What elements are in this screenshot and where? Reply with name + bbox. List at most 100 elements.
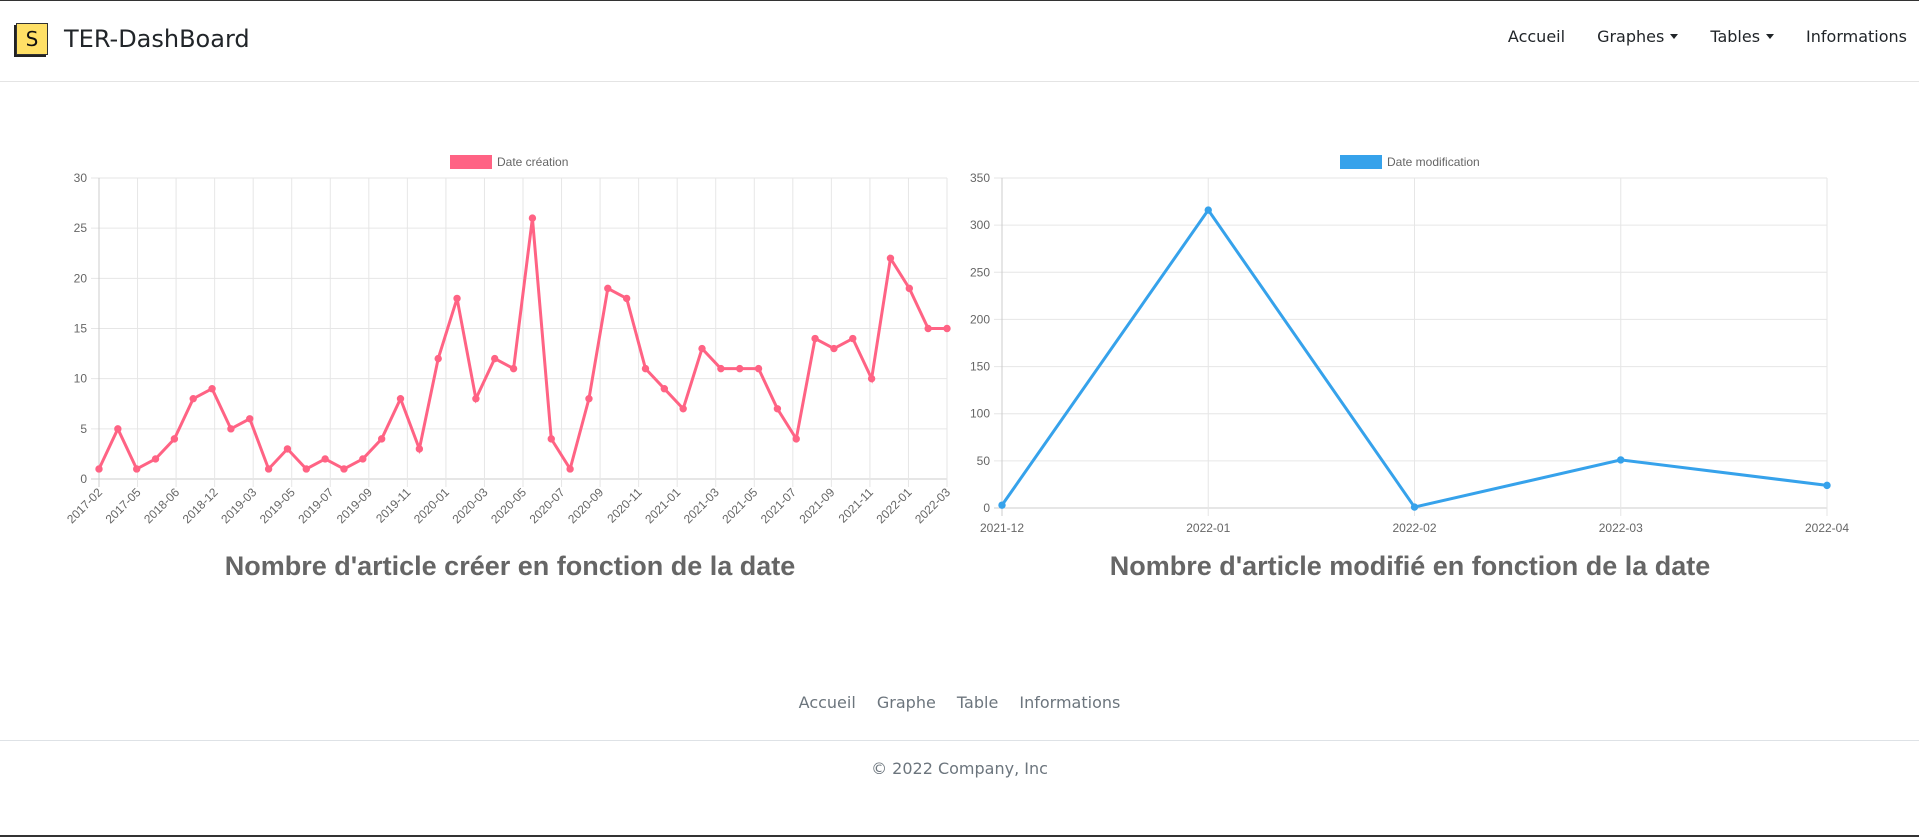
- creation-data-point: [170, 435, 179, 443]
- footer-link-table[interactable]: Table: [957, 693, 998, 712]
- creation-data-point: [679, 405, 687, 413]
- creation-data-point: [585, 395, 593, 403]
- creation-y-tick-label: 30: [74, 171, 88, 185]
- footer-link-graphe[interactable]: Graphe: [877, 693, 936, 712]
- nav-item-informations[interactable]: Informations: [1806, 27, 1907, 46]
- nav-item-label: Informations: [1806, 27, 1907, 46]
- modification-data-point: [998, 501, 1006, 509]
- creation-x-tick-label: 2021-09: [796, 485, 837, 526]
- creation-data-point: [246, 415, 254, 423]
- creation-x-tick-label: 2019-05: [257, 485, 298, 526]
- nav-item-accueil[interactable]: Accueil: [1508, 27, 1565, 46]
- modification-y-tick-label: 100: [970, 407, 990, 421]
- footer-link-informations[interactable]: Informations: [1019, 693, 1120, 712]
- brand-name: TER-DashBoard: [64, 25, 250, 53]
- creation-data-point: [227, 425, 235, 433]
- creation-x-tick-label: 2020-01: [411, 485, 452, 526]
- creation-chart-title: Nombre d'article créer en fonction de la…: [224, 551, 796, 581]
- creation-x-tick-label: 2021-11: [836, 485, 877, 526]
- creation-data-point: [566, 465, 574, 473]
- creation-data-point: [924, 324, 932, 333]
- nav-item-label: Tables: [1710, 27, 1761, 46]
- modification-data-point: [1204, 206, 1212, 214]
- footer-link-accueil[interactable]: Accueil: [799, 693, 856, 712]
- nav-item-label: Graphes: [1597, 27, 1665, 46]
- creation-x-tick-label: 2020-07: [527, 485, 568, 526]
- creation-data-point: [472, 395, 480, 403]
- creation-data-point: [302, 465, 310, 473]
- creation-data-point: [943, 324, 951, 333]
- modification-y-tick-label: 200: [970, 312, 990, 326]
- creation-data-point: [132, 465, 141, 473]
- creation-data-point: [321, 455, 329, 463]
- creation-data-point: [717, 364, 725, 373]
- footer-divider: [0, 740, 1919, 741]
- creation-data-point: [792, 435, 800, 443]
- creation-data-point: [622, 294, 631, 303]
- creation-data-point: [604, 284, 612, 293]
- creation-data-point: [660, 385, 669, 393]
- navbar: S TER-DashBoard Accueil Graphes Tables I…: [0, 1, 1919, 82]
- creation-data-point: [509, 364, 518, 373]
- creation-legend-label: Date création: [497, 155, 568, 169]
- creation-x-tick-label: 2018-06: [141, 485, 182, 526]
- modification-chart-title: Nombre d'article modifié en fonction de …: [1109, 551, 1711, 581]
- creation-y-tick-label: 15: [74, 322, 88, 336]
- creation-data-point: [491, 354, 499, 363]
- creation-x-tick-label: 2020-09: [565, 485, 606, 526]
- modification-y-tick-label: 250: [970, 265, 990, 279]
- modification-data-point: [1410, 503, 1419, 511]
- modification-x-tick-label: 2022-01: [1186, 521, 1230, 535]
- nav-item-graphes[interactable]: Graphes: [1597, 27, 1679, 46]
- creation-data-point: [754, 364, 763, 373]
- creation-x-tick-label: 2020-05: [488, 485, 529, 526]
- creation-y-tick-label: 0: [80, 472, 87, 486]
- creation-data-point: [264, 465, 273, 473]
- creation-data-point: [359, 455, 367, 463]
- creation-data-point: [830, 344, 838, 353]
- creation-x-tick-label: 2021-05: [719, 485, 760, 526]
- creation-x-tick-label: 2017-05: [103, 485, 144, 526]
- creation-x-tick-label: 2021-07: [758, 485, 799, 526]
- creation-x-tick-label: 2022-01: [874, 485, 915, 526]
- creation-x-tick-label: 2019-03: [218, 485, 259, 526]
- creation-data-point: [95, 465, 103, 473]
- creation-x-tick-label: 2018-12: [180, 485, 221, 526]
- modification-y-tick-label: 350: [970, 171, 990, 185]
- brand[interactable]: S TER-DashBoard: [16, 23, 250, 55]
- modification-data-point: [1823, 481, 1831, 490]
- modification-y-tick-label: 0: [983, 501, 990, 515]
- creation-data-point: [849, 334, 857, 343]
- creation-data-point: [736, 364, 744, 373]
- nav-item-tables[interactable]: Tables: [1710, 27, 1775, 46]
- creation-y-tick-label: 20: [74, 271, 88, 285]
- copyright: © 2022 Company, Inc: [871, 759, 1048, 778]
- creation-legend-swatch: [450, 155, 492, 169]
- modification-y-tick-label: 300: [970, 218, 990, 232]
- creation-y-tick-label: 10: [74, 372, 88, 386]
- creation-y-tick-label: 5: [80, 422, 87, 436]
- creation-data-point: [905, 284, 914, 293]
- modification-x-tick-label: 2021-12: [980, 521, 1024, 535]
- creation-line-chart: Date création0510152025302017-022017-052…: [64, 155, 953, 526]
- nav-links: Accueil Graphes Tables Informations: [1508, 27, 1919, 46]
- creation-data-point: [698, 344, 706, 353]
- modification-legend-label: Date modification: [1387, 155, 1480, 169]
- creation-x-tick-label: 2020-11: [604, 485, 645, 526]
- modification-legend-swatch: [1340, 155, 1382, 169]
- creation-x-tick-label: 2022-03: [912, 485, 953, 526]
- creation-data-point: [453, 294, 461, 303]
- caret-down-icon: [1766, 34, 1775, 39]
- modification-x-tick-label: 2022-02: [1392, 521, 1436, 535]
- creation-data-point: [396, 395, 405, 403]
- creation-x-tick-label: 2021-03: [681, 485, 722, 526]
- creation-data-point: [114, 425, 122, 433]
- creation-data-point: [528, 214, 537, 222]
- brand-logo-icon: S: [16, 23, 48, 55]
- creation-data-point: [641, 364, 650, 373]
- creation-data-point: [283, 445, 292, 453]
- creation-data-point: [415, 445, 424, 453]
- creation-data-point: [340, 465, 348, 473]
- modification-data-point: [1617, 456, 1625, 464]
- caret-down-icon: [1670, 34, 1679, 39]
